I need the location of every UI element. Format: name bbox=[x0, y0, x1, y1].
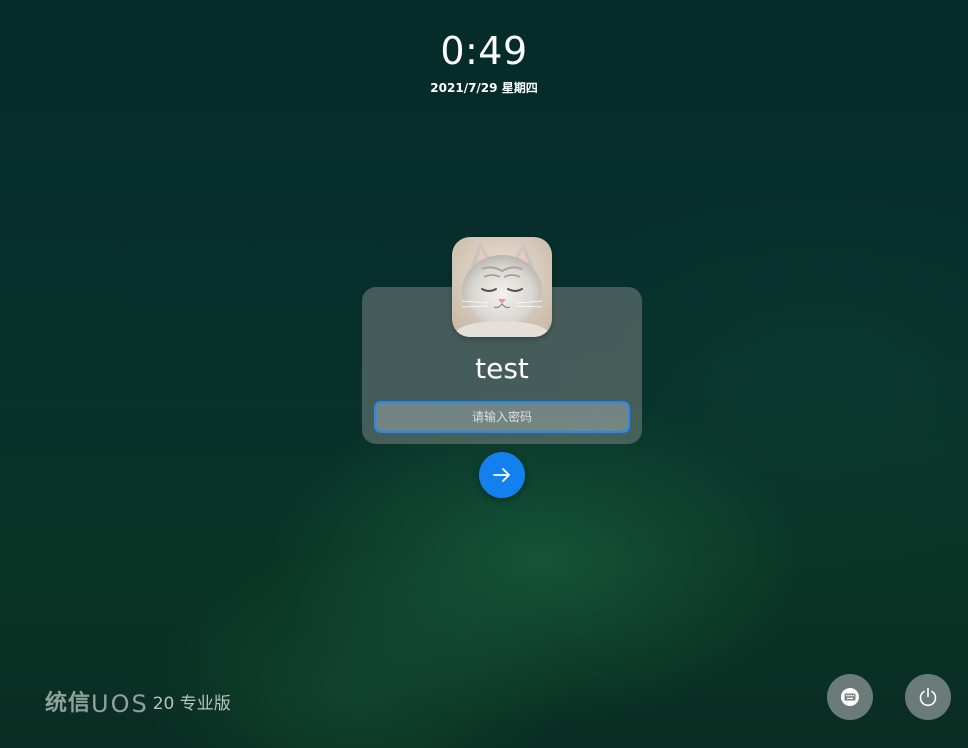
keyboard-icon bbox=[841, 688, 859, 706]
brand-name-cn: 统信 bbox=[45, 691, 92, 716]
password-input[interactable] bbox=[374, 401, 630, 433]
cat-avatar-icon bbox=[452, 237, 552, 337]
power-button[interactable] bbox=[905, 674, 951, 720]
user-avatar[interactable] bbox=[452, 237, 552, 337]
clock-date: 2021/7/29 星期四 bbox=[430, 81, 538, 95]
arrow-right-icon bbox=[493, 468, 510, 482]
username-label: test bbox=[475, 352, 529, 385]
brand-logo: 统信 UOS 20 专业版 bbox=[45, 690, 231, 718]
power-icon bbox=[919, 687, 937, 707]
login-submit-button[interactable] bbox=[479, 452, 525, 498]
brand-edition: 20 专业版 bbox=[152, 694, 231, 714]
brand-name-uos: UOS bbox=[91, 690, 149, 718]
keyboard-layout-button[interactable] bbox=[827, 674, 873, 720]
clock-time: 0:49 bbox=[440, 29, 528, 73]
